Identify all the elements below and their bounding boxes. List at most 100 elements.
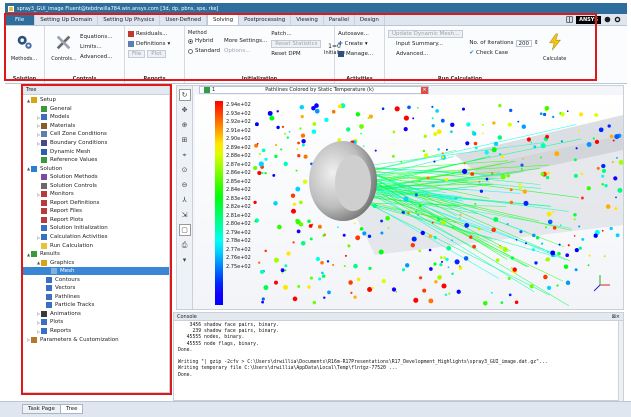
tree-node-general[interactable]: General	[23, 105, 169, 114]
tree-node-report-plots[interactable]: Report Plots	[23, 216, 169, 225]
create-button[interactable]: ✚ Create ▾	[338, 39, 381, 49]
tree-node-animations[interactable]: ▷ Animations	[23, 310, 169, 319]
iterations-spinner-icon[interactable]: ⇕	[534, 40, 539, 46]
advanced-run-button[interactable]: Advanced...	[388, 49, 463, 59]
zoom-in-icon[interactable]: ⊕	[179, 119, 191, 131]
advanced-controls-button[interactable]: Advanced...	[80, 52, 112, 62]
tab-setting-up-domain[interactable]: Setting Up Domain	[35, 14, 99, 25]
tree-node-label: Solution Methods	[50, 174, 98, 181]
tree-node-label: Results	[40, 251, 60, 258]
file-button[interactable]: File	[128, 50, 146, 58]
graphics-tab[interactable]: 1 Pathlines Colored by Static Temperatur…	[199, 86, 429, 94]
console-output[interactable]: 3456 shadow face pairs, binary. 239 shad…	[174, 321, 623, 381]
tree-node-contours[interactable]: Contours	[23, 275, 169, 284]
controls-button[interactable]: Controls...	[48, 29, 80, 83]
tab-design[interactable]: Design	[355, 14, 385, 25]
tree-node-dynamic-mesh[interactable]: Dynamic Mesh	[23, 147, 169, 156]
input-summary-button[interactable]: Input Summary...	[388, 39, 463, 49]
tree-node-parameters-customization[interactable]: ▷ Parameters & Customization	[23, 335, 169, 344]
graphics-viewport[interactable]: 2.94e+02 2.93e+02 2.92e+02 2.91e+02 2.90e+02…	[195, 95, 623, 309]
tree-node-materials[interactable]: ▷ Materials	[23, 122, 169, 131]
particle	[520, 163, 524, 167]
manage-button[interactable]: Manage...	[338, 49, 381, 59]
hybrid-radio[interactable]: Hybrid	[188, 36, 220, 46]
update-dynamic-mesh-button[interactable]: Update Dynamic Mesh...	[388, 30, 464, 38]
console-scrollbar[interactable]	[618, 321, 623, 401]
zoom-box-icon[interactable]: ⊞	[179, 134, 191, 146]
tree-node-vectors[interactable]: Vectors	[23, 284, 169, 293]
tree-node-graphics[interactable]: ▲ Graphics	[23, 258, 169, 267]
pan-icon[interactable]: ✥	[179, 104, 191, 116]
standard-radio[interactable]: Standard	[188, 46, 220, 56]
view-box-icon[interactable]: ▢	[178, 224, 191, 236]
help-icon[interactable]	[604, 16, 611, 23]
options-button[interactable]: Options...	[224, 46, 267, 56]
tree-node-setup[interactable]: ▲ Setup	[23, 96, 169, 105]
zoom-out-icon[interactable]: ⊖	[179, 179, 191, 191]
particle	[258, 161, 264, 167]
settings-icon[interactable]	[614, 16, 621, 23]
tree-node-particle-tracks[interactable]: Particle Tracks	[23, 301, 169, 310]
tree-node-plots[interactable]: ▷ Plots	[23, 318, 169, 327]
particle	[292, 296, 298, 302]
calculate-button[interactable]: Calculate	[543, 29, 566, 62]
views-icon[interactable]: ▾	[179, 254, 191, 266]
close-tab-icon[interactable]: ×	[421, 86, 428, 94]
methods-button[interactable]: Methods...	[8, 29, 40, 62]
equations-button[interactable]: Equations...	[80, 32, 112, 42]
tree-node-report-files[interactable]: Report Files	[23, 207, 169, 216]
tab-file[interactable]: File	[5, 14, 36, 25]
tree-node-cell-zone-conditions[interactable]: ▷ Cell Zone Conditions	[23, 130, 169, 139]
tab-parallel[interactable]: Parallel	[324, 14, 355, 25]
color-legend	[215, 101, 223, 305]
iterations-label: No. of Iterations	[469, 40, 514, 46]
tree-node-monitors[interactable]: ▷ Monitors	[23, 190, 169, 199]
definitions-button[interactable]: Definitions ▾	[128, 39, 181, 49]
console-close-icon[interactable]: ⊠×	[612, 314, 620, 320]
autosave-button[interactable]: Autosave...	[338, 29, 381, 39]
particle	[441, 156, 445, 159]
tab-solving[interactable]: Solving	[206, 14, 240, 25]
task-page-tab[interactable]: Task Page	[22, 404, 61, 414]
tree-node-label: Graphics	[50, 259, 75, 266]
check-case-button[interactable]: ✔ Check Case	[469, 48, 538, 58]
tree-node-results[interactable]: ▲ Results	[23, 250, 169, 259]
particle	[412, 117, 415, 120]
probe-icon[interactable]: ⌖	[179, 149, 191, 161]
residuals-button[interactable]: Residuals...	[128, 29, 181, 39]
fit-to-window-icon[interactable]: ⇲	[179, 209, 191, 221]
reset-statistics-button[interactable]: Reset Statistics	[271, 40, 322, 48]
limits-button[interactable]: Limits...	[80, 42, 112, 52]
tree-node-reports[interactable]: ▷ Reports	[23, 327, 169, 336]
tree-node-boundary-conditions[interactable]: ▷ Boundary Conditions	[23, 139, 169, 148]
tree-node-solution-methods[interactable]: Solution Methods	[23, 173, 169, 182]
layout-icon[interactable]	[566, 16, 573, 23]
legend-tick-label: 2.94e+02	[226, 102, 251, 108]
iterations-input[interactable]: 200	[515, 39, 533, 47]
tab-setting-up-physics[interactable]: Setting Up Physics	[98, 14, 161, 25]
patch-button[interactable]: Patch...	[271, 29, 321, 39]
tab-user-defined[interactable]: User-Defined	[160, 14, 207, 25]
tree-node-solution-initialization[interactable]: Solution Initialization	[23, 224, 169, 233]
tree-node-solution[interactable]: ▲ Solution	[23, 164, 169, 173]
camera-icon[interactable]: ⎙	[179, 239, 191, 251]
rotate-icon[interactable]: ↻	[178, 89, 191, 101]
particle	[405, 263, 410, 268]
zoom-fit-icon[interactable]: ⊙	[179, 164, 191, 176]
tree-node-models[interactable]: ▷ Models	[23, 113, 169, 122]
tree-node-mesh[interactable]: Mesh	[23, 266, 169, 276]
tree-tab[interactable]: Tree	[60, 404, 84, 414]
tree-node-calculation-activities[interactable]: ▷ Calculation Activities	[23, 233, 169, 242]
tree-node-label: Calculation Activities	[50, 234, 108, 241]
tree-node-solution-controls[interactable]: Solution Controls	[23, 181, 169, 190]
axes-icon[interactable]: ⅄	[179, 194, 191, 206]
reset-dpm-button[interactable]: Reset DPM	[271, 49, 321, 59]
tab-postprocessing[interactable]: Postprocessing	[239, 14, 292, 25]
tree-node-pathlines[interactable]: Pathlines	[23, 293, 169, 302]
tree-node-report-definitions[interactable]: Report Definitions	[23, 199, 169, 208]
tree-node-run-calculation[interactable]: Run Calculation	[23, 241, 169, 250]
more-settings-button[interactable]: More Settings...	[224, 36, 267, 46]
tree-node-reference-values[interactable]: Reference Values	[23, 156, 169, 165]
tab-viewing[interactable]: Viewing	[291, 14, 324, 25]
plot-button[interactable]: Plot	[147, 50, 166, 58]
